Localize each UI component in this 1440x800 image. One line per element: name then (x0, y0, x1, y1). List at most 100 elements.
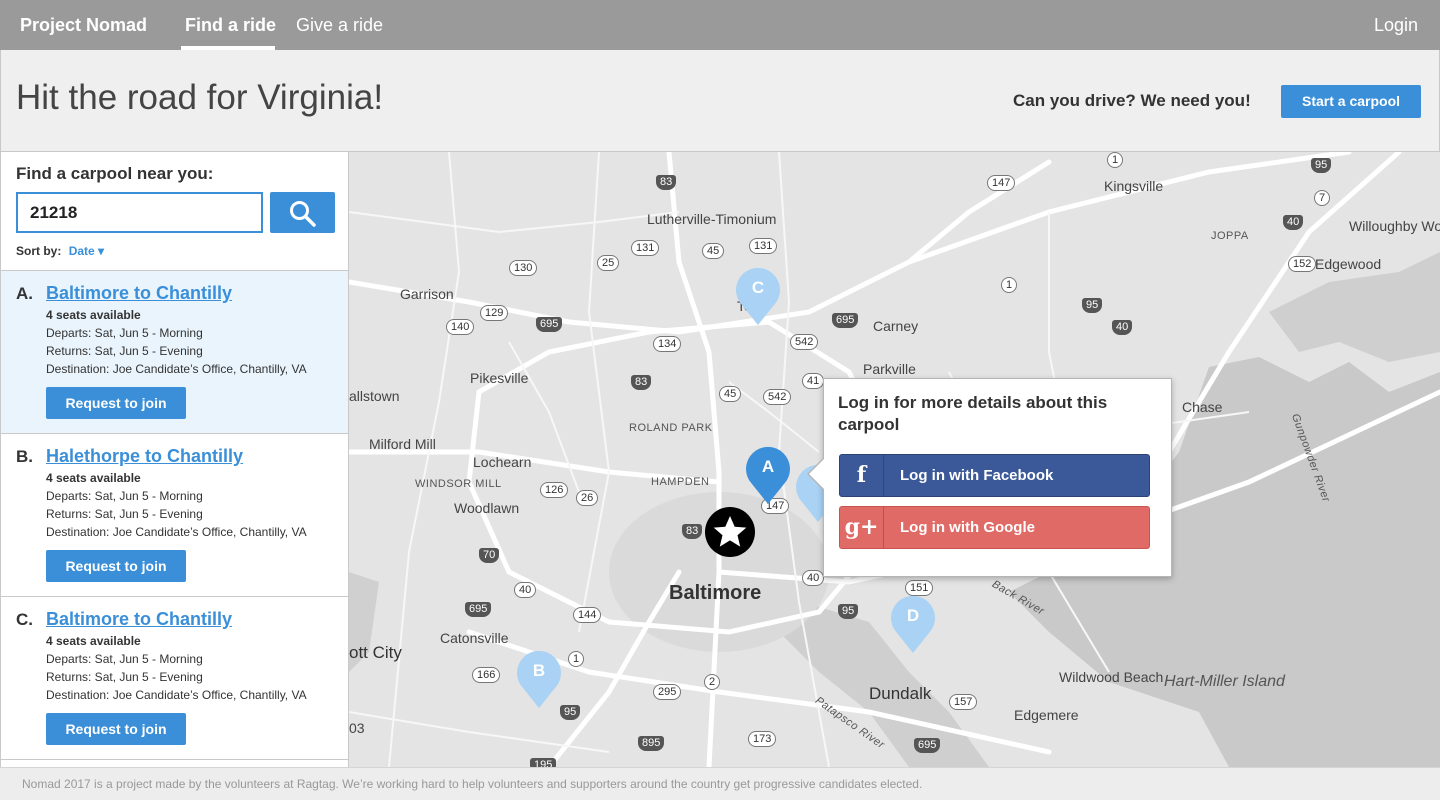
nav-login[interactable]: Login (1374, 15, 1418, 36)
list-item[interactable]: A. Baltimore to Chantilly 4 seats availa… (1, 271, 348, 434)
route-shield: 40 (514, 582, 537, 598)
place-label: Pikesville (470, 370, 529, 386)
route-shield: 695 (832, 313, 859, 328)
carpool-list: A. Baltimore to Chantilly 4 seats availa… (1, 270, 348, 760)
google-login-button[interactable]: g+ Log in with Google (839, 506, 1150, 549)
carpool-sidebar: Find a carpool near you: Sort by: Date ▾… (0, 152, 349, 767)
route-shield: 542 (790, 334, 819, 350)
seats-available: 4 seats available (46, 471, 141, 485)
search-label: Find a carpool near you: (16, 164, 214, 183)
route-shield: 40 (1112, 320, 1133, 335)
route-shield: 126 (540, 482, 569, 498)
route-shield: 45 (702, 243, 725, 259)
route-shield: 1 (1107, 152, 1124, 168)
place-label: Dundalk (869, 684, 932, 703)
route-shield: 70 (479, 548, 500, 563)
sort-row: Sort by: Date ▾ (16, 244, 104, 258)
map-pin-c[interactable]: C (734, 267, 782, 325)
request-join-button[interactable]: Request to join (46, 713, 186, 745)
map-pin-d[interactable]: D (889, 595, 937, 653)
place-label: ott City (349, 643, 402, 662)
route-shield: 95 (1311, 158, 1332, 173)
departs-text: Departs: Sat, Jun 5 - Morning (46, 489, 203, 503)
route-shield: 1 (1001, 277, 1018, 293)
route-shield: 40 (802, 570, 825, 586)
carpool-title-link[interactable]: Baltimore to Chantilly (46, 283, 232, 304)
map-pin-a[interactable]: A (744, 446, 792, 504)
route-shield: 95 (838, 604, 859, 619)
carpool-title-link[interactable]: Baltimore to Chantilly (46, 609, 232, 630)
place-label: Carney (873, 318, 919, 334)
route-shield: 130 (509, 260, 538, 276)
request-join-button[interactable]: Request to join (46, 550, 186, 582)
destination-star-marker[interactable] (705, 507, 755, 557)
route-shield: 26 (576, 490, 599, 506)
route-shield: 2 (704, 674, 721, 690)
facebook-login-button[interactable]: f Log in with Facebook (839, 454, 1150, 497)
popup-arrow-fill (809, 458, 825, 490)
search-button[interactable] (270, 192, 335, 233)
place-label: Edgemere (1014, 707, 1079, 723)
login-popup: Log in for more details about this carpo… (807, 378, 1172, 577)
route-shield: 129 (480, 305, 509, 321)
list-item[interactable]: C. Baltimore to Chantilly 4 seats availa… (1, 597, 348, 760)
place-label: WINDSOR MILL (415, 478, 502, 490)
route-shield: 695 (914, 738, 941, 753)
route-shield: 144 (573, 607, 602, 623)
route-shield: 151 (905, 580, 934, 596)
list-item[interactable]: B. Halethorpe to Chantilly 4 seats avail… (1, 434, 348, 597)
destination-text: Destination: Joe Candidate’s Office, Cha… (46, 362, 307, 376)
sort-dropdown[interactable]: Date ▾ (69, 244, 104, 258)
route-shield: 295 (653, 684, 682, 700)
brand-logo[interactable]: Project Nomad (20, 15, 147, 36)
place-label: HAMPDEN (651, 476, 710, 488)
route-shield: 147 (987, 175, 1016, 191)
place-label: Edgewood (1315, 256, 1382, 272)
place-label: JOPPA (1211, 230, 1249, 242)
top-nav: Project Nomad Find a ride Give a ride Lo… (0, 0, 1440, 50)
map-pin-b[interactable]: B (515, 650, 563, 708)
route-shield: 95 (560, 705, 581, 720)
nav-find-ride[interactable]: Find a ride (185, 15, 276, 36)
route-shield: 131 (631, 240, 660, 256)
place-label: Parkville (863, 361, 916, 377)
place-label: Chase (1182, 399, 1223, 415)
place-label: allstown (349, 388, 400, 404)
route-shield: 695 (536, 317, 563, 332)
page-header: Hit the road for Virginia! Can you drive… (0, 50, 1440, 152)
star-icon (713, 516, 747, 547)
place-label: 03 (349, 720, 365, 736)
sort-label: Sort by: (16, 244, 62, 258)
place-label: Hart-Miller Island (1164, 673, 1285, 690)
place-label: Garrison (400, 286, 454, 302)
carpool-title-link[interactable]: Halethorpe to Chantilly (46, 446, 243, 467)
popup-title: Log in for more details about this carpo… (838, 393, 1108, 434)
facebook-login-label: Log in with Facebook (900, 467, 1054, 484)
route-shield: 895 (638, 736, 665, 751)
place-label: Catonsville (440, 630, 509, 646)
place-label: Woodlawn (454, 500, 520, 516)
nav-give-ride[interactable]: Give a ride (296, 15, 383, 36)
route-shield: 134 (653, 336, 682, 352)
place-label: Kingsville (1104, 178, 1164, 194)
item-letter: B. (16, 447, 33, 466)
zip-search-input[interactable] (16, 192, 263, 233)
seats-available: 4 seats available (46, 308, 141, 322)
route-shield: 41 (802, 373, 825, 389)
route-shield: 95 (1082, 298, 1103, 313)
route-shield: 83 (631, 375, 652, 390)
item-letter: C. (16, 610, 33, 629)
route-shield: 83 (656, 175, 677, 190)
facebook-icon: f (840, 455, 884, 496)
seats-available: 4 seats available (46, 634, 141, 648)
page-title: Hit the road for Virginia! (16, 78, 384, 117)
start-carpool-button[interactable]: Start a carpool (1281, 85, 1421, 118)
route-shield: 140 (446, 319, 475, 335)
place-label: Milford Mill (369, 436, 436, 452)
route-shield: 166 (472, 667, 501, 683)
returns-text: Returns: Sat, Jun 5 - Evening (46, 344, 203, 358)
request-join-button[interactable]: Request to join (46, 387, 186, 419)
place-label: Lochearn (473, 454, 532, 470)
pin-label: D (906, 606, 920, 625)
google-login-label: Log in with Google (900, 519, 1035, 536)
